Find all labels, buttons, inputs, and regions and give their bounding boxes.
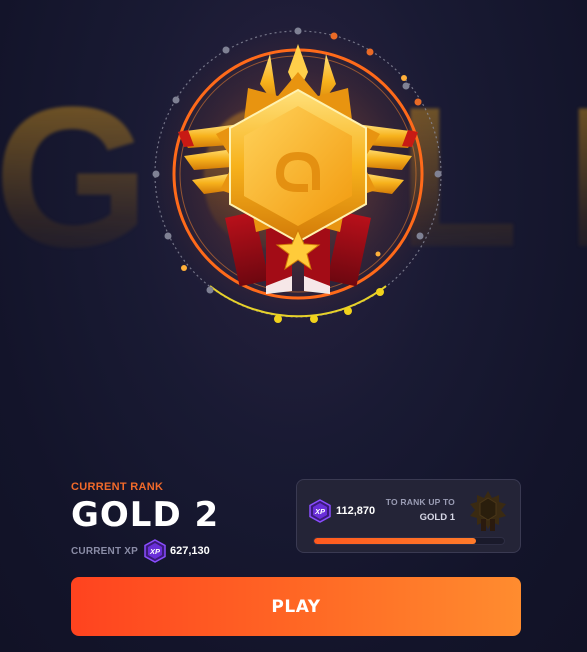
current-rank-panel: CURRENT RANK GOLD 2 CURRENT XP XP 627,13…	[71, 481, 291, 563]
current-rank-name: GOLD 2	[71, 495, 220, 535]
current-xp-row: CURRENT XP XP 627,130	[71, 539, 291, 563]
xp-badge-text: XP	[314, 506, 325, 516]
current-rank-caption: CURRENT RANK	[71, 481, 164, 493]
current-xp-value: 627,130	[170, 545, 210, 557]
xp-badge-text: XP	[150, 546, 161, 556]
play-button[interactable]: PLAY	[71, 577, 521, 636]
rank-progress-bar	[313, 537, 505, 545]
rank-progress-fill	[314, 538, 476, 544]
next-rank-info: TO RANK UP TO GOLD 1	[385, 497, 455, 523]
rank-progress-card: XP 112,870 TO RANK UP TO GOLD 1	[296, 479, 521, 553]
current-xp-label: CURRENT XP	[71, 545, 139, 557]
rank-up-caption: TO RANK UP TO	[385, 497, 455, 507]
gold-rank-emblem-icon	[150, 26, 446, 323]
rank-emblem	[148, 24, 448, 324]
xp-hexagon-icon: XP	[309, 499, 331, 523]
next-rank-emblem-icon	[468, 489, 508, 533]
xp-hexagon-icon: XP	[144, 539, 166, 563]
xp-needed-row: XP 112,870	[309, 499, 375, 523]
next-rank-name: GOLD 1	[419, 512, 455, 523]
rank-screen: GOLD 2	[0, 0, 587, 652]
xp-needed-value: 112,870	[336, 505, 376, 517]
